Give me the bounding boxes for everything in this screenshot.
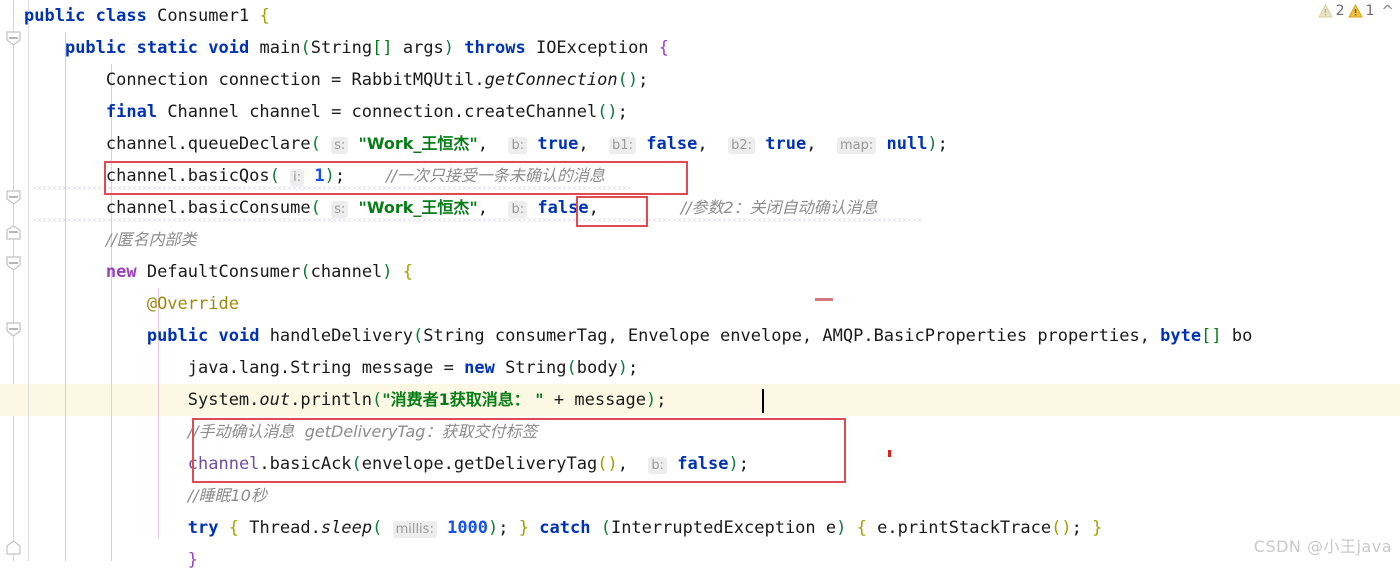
fold-marker-consume[interactable] <box>6 190 21 205</box>
code-line-13[interactable]: System.out.println("消费者1获取消息： " + messag… <box>24 384 667 416</box>
code-line-4[interactable]: final Channel channel = connection.creat… <box>24 96 628 128</box>
code-text: //手动确认消息 getDeliveryTag：获取交付标签 <box>187 422 538 441</box>
code-text: } <box>187 550 199 570</box>
code-text: @Override <box>146 294 239 314</box>
code-text: channel.basicQos( i: 1); //一次只接受一条未确认的消息 <box>24 166 605 186</box>
code-line-1[interactable]: public class Consumer1 { <box>24 0 270 32</box>
code-line-18[interactable]: } <box>24 544 198 576</box>
code-line-2[interactable]: public static void main(String[] args) t… <box>24 32 669 64</box>
param-hint-map: map: <box>836 137 877 154</box>
param-hint-b: b: <box>508 137 528 154</box>
fold-marker-method[interactable] <box>6 256 21 271</box>
fold-marker-bottom[interactable] <box>6 540 21 555</box>
code-line-16[interactable]: //睡眠10秒 <box>24 480 267 512</box>
code-line-8[interactable]: //匿名内部类 <box>24 224 197 256</box>
code-line-10[interactable]: @Override <box>24 288 239 320</box>
param-hint-millis: millis: <box>392 521 437 538</box>
param-hint-s2: s: <box>331 201 349 218</box>
gutter-vertical-line <box>13 0 14 561</box>
code-line-3[interactable]: Connection connection = RabbitMQUtil.get… <box>24 64 649 96</box>
fold-marker-class[interactable] <box>6 31 21 46</box>
param-hint-i: i: <box>290 169 305 186</box>
code-line-9[interactable]: new DefaultConsumer(channel) { <box>24 256 413 288</box>
param-hint-b2: b2: <box>728 137 756 154</box>
param-hint-s: s: <box>331 137 349 154</box>
fold-marker-anon[interactable] <box>6 225 21 240</box>
code-text: channel.basicAck(envelope.getDeliveryTag… <box>187 454 749 474</box>
code-text: public class Consumer1 { <box>24 6 270 26</box>
code-text: java.lang.String message = new String(bo… <box>24 358 639 378</box>
param-hint-b2b: b: <box>508 201 528 218</box>
code-text: Connection connection = RabbitMQUtil.get… <box>24 70 649 90</box>
code-line-12[interactable]: java.lang.String message = new String(bo… <box>24 352 638 384</box>
code-line-17[interactable]: try { Thread.sleep( millis: 1000); } cat… <box>24 512 1102 546</box>
code-text: final Channel channel = connection.creat… <box>105 102 628 122</box>
chevron-up-icon[interactable]: ^ <box>1381 2 1394 20</box>
code-text: try { Thread.sleep( millis: 1000); } cat… <box>187 518 1103 538</box>
param-hint-b3: b: <box>648 457 668 474</box>
fold-marker-handle[interactable] <box>6 322 21 337</box>
code-line-11[interactable]: public void handleDelivery(String consum… <box>24 320 1252 352</box>
code-text: channel.basicConsume( s: "Work_王恒杰", b: … <box>24 198 878 218</box>
red-dash-mark <box>815 298 833 301</box>
code-text: public static void main(String[] args) t… <box>64 38 670 58</box>
inspection-widget[interactable]: 2 1 ^ <box>1317 0 1394 22</box>
code-text: //匿名内部类 <box>105 230 197 249</box>
code-line-15[interactable]: channel.basicAck(envelope.getDeliveryTag… <box>24 448 749 482</box>
code-text: public void handleDelivery(String consum… <box>146 326 1253 346</box>
warning-triangle-icon[interactable] <box>1347 4 1363 18</box>
code-editor[interactable]: public class Consumer1 { public static v… <box>0 0 1400 570</box>
warning-weak-count: 2 <box>1335 3 1345 19</box>
code-text: //睡眠10秒 <box>187 486 267 505</box>
red-dot-mark <box>888 450 891 457</box>
warning-count: 1 <box>1365 3 1375 19</box>
code-line-7[interactable]: channel.basicConsume( s: "Work_王恒杰", b: … <box>24 192 878 226</box>
param-hint-b1: b1: <box>609 137 636 154</box>
warning-triangle-weak-icon[interactable] <box>1317 4 1333 18</box>
code-line-5[interactable]: channel.queueDeclare( s: "Work_王恒杰", b: … <box>24 128 948 162</box>
csdn-watermark: CSDN @小王java <box>1253 537 1392 556</box>
code-line-14[interactable]: //手动确认消息 getDeliveryTag：获取交付标签 <box>24 416 538 448</box>
code-text: channel.queueDeclare( s: "Work_王恒杰", b: … <box>24 134 948 154</box>
code-text: new DefaultConsumer(channel) { <box>105 262 414 282</box>
code-line-6[interactable]: channel.basicQos( i: 1); //一次只接受一条未确认的消息 <box>24 160 605 194</box>
text-caret <box>762 389 764 413</box>
code-text: System.out.println("消费者1获取消息： " + messag… <box>24 390 667 410</box>
